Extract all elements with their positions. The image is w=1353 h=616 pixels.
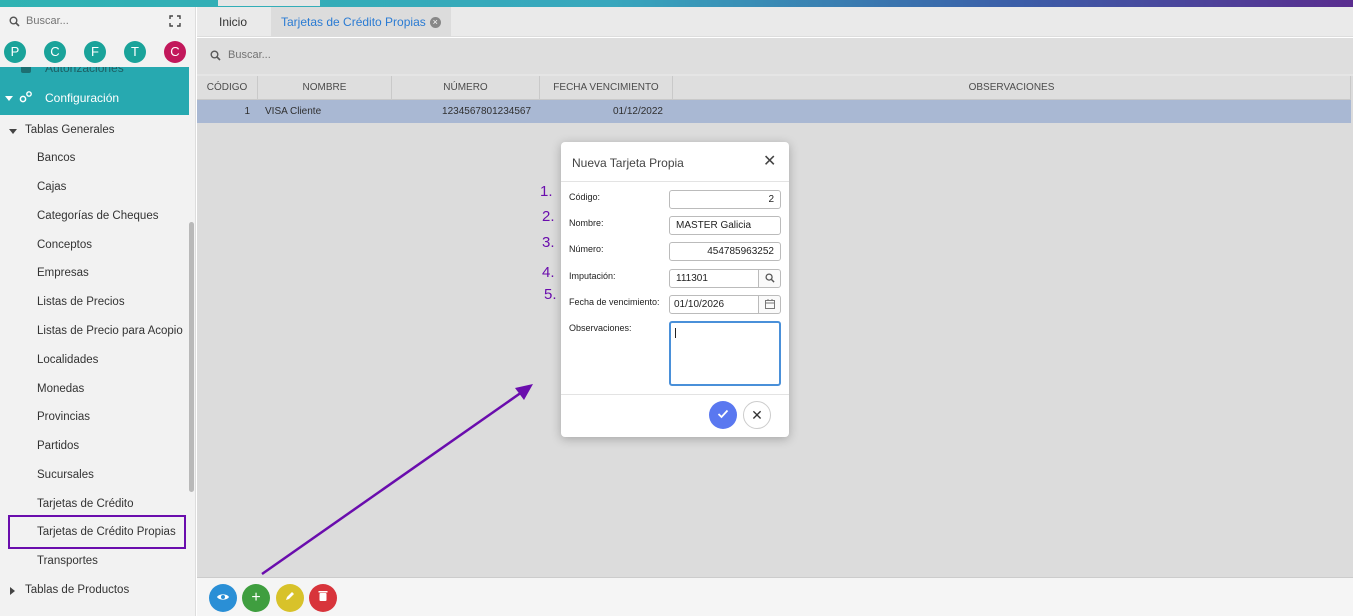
- annotation-number-3: 3.: [542, 234, 555, 251]
- bottom-toolbar: +: [197, 577, 1353, 616]
- sidebar-item-provincias[interactable]: Provincias: [37, 411, 90, 423]
- new-card-dialog: Nueva Tarjeta Propia ✕ Código: 2 Nombre:…: [561, 142, 789, 437]
- avatar-c-pink[interactable]: C: [164, 41, 186, 63]
- calendar-button[interactable]: [758, 295, 781, 314]
- annotation-number-2: 2.: [542, 208, 555, 225]
- sidebar-item-cajas[interactable]: Cajas: [37, 181, 66, 193]
- chevron-right-icon: [10, 587, 15, 595]
- calendar-icon: [764, 298, 775, 312]
- plus-icon: +: [251, 589, 261, 606]
- tab-label: Tarjetas de Crédito Propias: [281, 15, 426, 29]
- close-tab-icon[interactable]: ×: [429, 17, 441, 29]
- nombre-label: Nombre:: [569, 218, 604, 228]
- gears-icon: [19, 90, 33, 106]
- cancel-button[interactable]: ✕: [743, 401, 771, 429]
- eye-icon: [216, 589, 230, 607]
- check-icon: [717, 408, 729, 422]
- dialog-divider: [561, 181, 789, 182]
- sidebar-group-tablas-productos[interactable]: Tablas de Productos: [25, 584, 129, 596]
- chevron-down-icon: [9, 129, 17, 134]
- sidebar-search: [0, 7, 195, 37]
- codigo-field[interactable]: 2: [669, 190, 781, 209]
- observaciones-textarea[interactable]: [669, 321, 781, 386]
- sidebar-item-categorias-cheques[interactable]: Categorías de Cheques: [37, 210, 158, 222]
- text-cursor: [675, 328, 676, 338]
- sidebar-item-tarjetas-credito-propias[interactable]: Tarjetas de Crédito Propias: [37, 526, 176, 538]
- trash-icon: [318, 589, 328, 607]
- tab-inicio[interactable]: Inicio: [209, 7, 257, 37]
- numero-label: Número:: [569, 244, 604, 254]
- sidebar-item-listas-precio-acopio[interactable]: Listas de Precio para Acopio: [37, 325, 183, 337]
- top-gradient-bar: [0, 0, 1353, 7]
- dialog-footer-divider: [561, 394, 789, 395]
- sidebar-item-conceptos[interactable]: Conceptos: [37, 239, 92, 251]
- avatar-t[interactable]: T: [124, 41, 146, 63]
- edit-button[interactable]: [276, 584, 304, 612]
- numero-field[interactable]: 454785963252: [669, 242, 781, 261]
- codigo-label: Código:: [569, 192, 601, 202]
- tab-bar: Inicio Tarjetas de Crédito Propias ×: [197, 7, 1353, 37]
- sidebar-item-localidades[interactable]: Localidades: [37, 354, 98, 366]
- nombre-field[interactable]: MASTER Galicia: [669, 216, 781, 235]
- close-icon[interactable]: ✕: [763, 154, 776, 170]
- sidebar-item-configuracion[interactable]: Configuración: [45, 91, 119, 105]
- delete-button[interactable]: [309, 584, 337, 612]
- sidebar: P C F T C Autorizaciones Configuración T…: [0, 7, 196, 616]
- close-icon: ✕: [751, 406, 763, 423]
- search-icon: [9, 16, 20, 30]
- chevron-down-icon: [5, 96, 13, 101]
- fecha-vencimiento-label: Fecha de vencimiento:: [569, 297, 660, 307]
- sidebar-scrollbar[interactable]: [189, 222, 194, 492]
- avatar-p[interactable]: P: [4, 41, 26, 63]
- imputacion-label: Imputación:: [569, 271, 616, 281]
- tab-tarjetas-credito-propias[interactable]: Tarjetas de Crédito Propias ×: [271, 7, 451, 37]
- view-button[interactable]: [209, 584, 237, 612]
- observaciones-label: Observaciones:: [569, 323, 632, 333]
- imputacion-field[interactable]: 111301: [669, 269, 759, 288]
- confirm-button[interactable]: [709, 401, 737, 429]
- sidebar-group-tablas-generales[interactable]: Tablas Generales: [25, 124, 115, 136]
- sidebar-item-tarjetas-credito[interactable]: Tarjetas de Crédito: [37, 498, 134, 510]
- sidebar-search-input[interactable]: [26, 15, 146, 27]
- pencil-icon: [284, 589, 296, 607]
- sidebar-item-monedas[interactable]: Monedas: [37, 383, 84, 395]
- sidebar-item-sucursales[interactable]: Sucursales: [37, 469, 94, 481]
- avatar-c[interactable]: C: [44, 41, 66, 63]
- avatar-f[interactable]: F: [84, 41, 106, 63]
- top-tab-hint: [218, 0, 320, 6]
- dialog-title: Nueva Tarjeta Propia: [572, 156, 684, 170]
- add-button[interactable]: +: [242, 584, 270, 612]
- sidebar-item-empresas[interactable]: Empresas: [37, 267, 89, 279]
- menu-section-configuracion: Autorizaciones Configuración: [0, 67, 189, 115]
- imputacion-search-button[interactable]: [758, 269, 781, 288]
- sidebar-item-transportes[interactable]: Transportes: [37, 555, 98, 567]
- annotation-number-4: 4.: [542, 264, 555, 281]
- sidebar-item-bancos[interactable]: Bancos: [37, 152, 75, 164]
- tab-label: Inicio: [219, 15, 248, 29]
- sidebar-item-partidos[interactable]: Partidos: [37, 440, 79, 452]
- sidebar-item-autorizaciones[interactable]: Autorizaciones: [45, 67, 124, 75]
- autorizaciones-icon: [21, 67, 31, 73]
- annotation-number-1: 1.: [540, 183, 553, 200]
- fullscreen-icon[interactable]: [169, 15, 181, 30]
- sidebar-item-listas-precios[interactable]: Listas de Precios: [37, 296, 125, 308]
- fecha-vencimiento-field[interactable]: 01/10/2026: [669, 295, 759, 314]
- search-icon: [764, 272, 775, 286]
- annotation-number-5: 5.: [544, 286, 557, 303]
